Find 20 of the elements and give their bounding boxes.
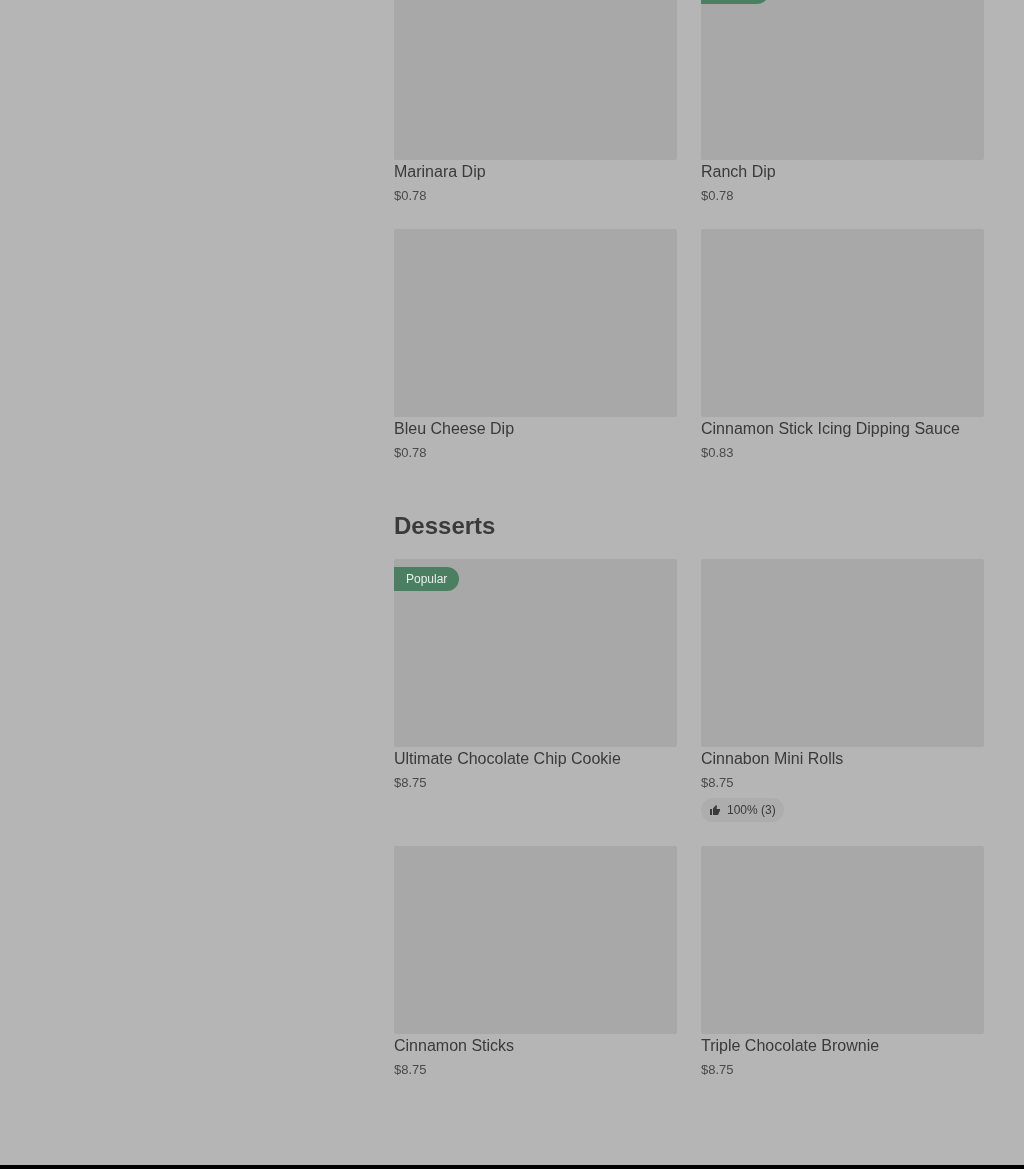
section-heading: Desserts bbox=[394, 511, 497, 541]
item-name[interactable]: Triple Chocolate Brownie bbox=[701, 1036, 984, 1056]
item-name[interactable]: Cinnabon Mini Rolls bbox=[701, 749, 984, 769]
item-price: $8.75 bbox=[394, 774, 428, 792]
item-price: $0.83 bbox=[701, 444, 735, 462]
thumbs-up-icon bbox=[709, 804, 721, 816]
item-name[interactable]: Marinara Dip bbox=[394, 162, 677, 182]
item-price: $0.78 bbox=[701, 187, 735, 205]
item-price: $8.75 bbox=[701, 774, 735, 792]
item-price: $0.78 bbox=[394, 444, 428, 462]
item-name[interactable]: Cinnamon Sticks bbox=[394, 1036, 677, 1056]
item-name[interactable]: Ultimate Chocolate Chip Cookie bbox=[394, 749, 677, 769]
item-price: $8.75 bbox=[701, 1061, 735, 1079]
item-name[interactable]: Bleu Cheese Dip bbox=[394, 419, 677, 439]
rating-badge: 100% (3) bbox=[701, 798, 784, 822]
item-name[interactable]: Ranch Dip bbox=[701, 162, 984, 182]
item-price: $0.78 bbox=[394, 187, 428, 205]
item-price: $8.75 bbox=[394, 1061, 428, 1079]
popular-badge: Popular bbox=[394, 567, 460, 591]
item-name[interactable]: Cinnamon Stick Icing Dipping Sauce bbox=[701, 419, 984, 439]
